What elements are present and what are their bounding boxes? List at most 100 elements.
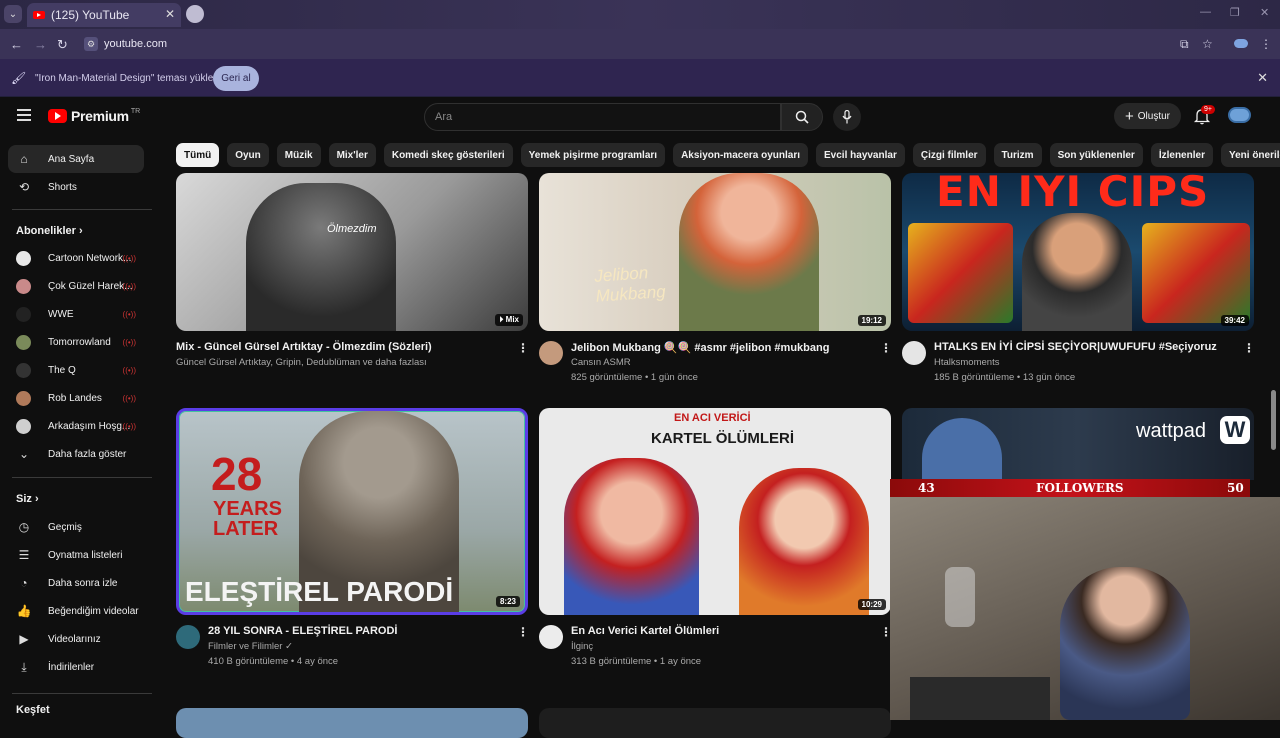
video-options-icon[interactable]: ⋮: [517, 625, 529, 639]
thumbnail-caption: KARTEL ÖLÜMLERİ: [651, 430, 795, 447]
channel-avatar[interactable]: [902, 341, 926, 365]
sidebar-item-liked-videos[interactable]: 👍 Beğendiğim videolar: [8, 597, 144, 625]
window-close-icon[interactable]: ✕: [1260, 6, 1269, 19]
sidebar-item-your-videos[interactable]: ▶ Videolarınız: [8, 625, 144, 653]
channel-avatar[interactable]: [539, 341, 563, 365]
video-thumbnail[interactable]: [539, 708, 891, 738]
sidebar-item-playlists[interactable]: ☰ Oynatma listeleri: [8, 541, 144, 569]
video-channel[interactable]: Filmler ve Filimler ✓: [208, 641, 293, 652]
video-channel[interactable]: İlginç: [571, 641, 593, 652]
filter-chip[interactable]: Yeni öneriler: [1220, 143, 1280, 167]
new-tab-button[interactable]: [186, 5, 204, 23]
webcam-bottle-image: [945, 567, 975, 627]
create-button[interactable]: + Oluştur: [1114, 103, 1181, 129]
filter-chip[interactable]: Çizgi filmler: [912, 143, 986, 167]
thumbnail-caption: 28: [211, 448, 263, 500]
video-channel[interactable]: Cansın ASMR: [571, 357, 631, 368]
tab-search-button[interactable]: ⌄: [4, 5, 22, 23]
video-options-icon[interactable]: ⋮: [517, 341, 529, 355]
sidebar-item-watch-later[interactable]: ◔ Daha sonra izle: [8, 569, 144, 597]
video-channel[interactable]: Güncel Gürsel Artıktay, Gripin, Dedublüm…: [176, 357, 427, 368]
channel-avatar[interactable]: [539, 625, 563, 649]
browser-tab[interactable]: (125) YouTube ✕: [27, 3, 181, 27]
tab-close-icon[interactable]: ✕: [165, 7, 175, 21]
filter-chip[interactable]: Komedi skeç gösterileri: [383, 143, 513, 167]
video-thumbnail[interactable]: [176, 708, 528, 738]
subscriptions-header[interactable]: Abonelikler ›: [16, 225, 83, 237]
search-input[interactable]: Ara: [424, 103, 781, 131]
filter-chip[interactable]: Son yüklenenler: [1049, 143, 1143, 167]
followers-label: FOLLOWERS: [1036, 481, 1124, 495]
minimize-icon[interactable]: —: [1200, 6, 1211, 18]
your-videos-icon: ▶: [19, 632, 29, 646]
sidebar-subscription-item[interactable]: Arkadaşım Hoşg... ((•)): [8, 412, 144, 440]
filter-chip[interactable]: Aksiyon-macera oyunları: [673, 143, 809, 167]
filter-chip[interactable]: Evcil hayvanlar: [816, 143, 905, 167]
url-field[interactable]: youtube.com: [104, 38, 167, 50]
filter-chip[interactable]: Yemek pişirme programları: [520, 143, 666, 167]
logo-country-code: TR: [130, 107, 141, 115]
live-indicator-icon: ((•)): [122, 365, 136, 375]
sidebar-subscription-item[interactable]: WWE ((•)): [8, 300, 144, 328]
video-title[interactable]: HTALKS EN İYİ CİPSİ SEÇİYOR|UWUFUFU #Seç…: [934, 341, 1217, 353]
sidebar-item-shorts[interactable]: ⟲ Shorts: [8, 173, 144, 201]
theme-bar-close-icon[interactable]: ✕: [1257, 70, 1268, 86]
youtube-premium-logo[interactable]: Premium TR: [48, 108, 140, 124]
undo-theme-button[interactable]: Geri al: [213, 66, 259, 91]
video-title[interactable]: Mix - Güncel Gürsel Artıktay - Ölmezdim …: [176, 341, 432, 353]
video-thumbnail[interactable]: 28 YEARS LATER ELEŞTİREL PARODİ 8:23: [176, 408, 528, 615]
forward-icon[interactable]: →: [34, 37, 47, 52]
sidebar-subscription-item[interactable]: Cartoon Network... ((•)): [8, 244, 144, 272]
sidebar-subscription-item[interactable]: Çok Güzel Harek... ((•)): [8, 272, 144, 300]
sidebar-item-label: Rob Landes: [48, 392, 102, 404]
video-thumbnail[interactable]: Ölmezdim ⏵ Mix: [176, 173, 528, 331]
sidebar-item-downloads[interactable]: ⤓ İndirilenler: [8, 653, 144, 681]
sidebar-subscription-item[interactable]: Tomorrowland ((•)): [8, 328, 144, 356]
video-thumbnail[interactable]: EN ACI VERİCİ KARTEL ÖLÜMLERİ 10:29: [539, 408, 891, 615]
video-title[interactable]: En Acı Verici Kartel Ölümleri: [571, 625, 719, 637]
reload-icon[interactable]: ↻: [57, 37, 68, 53]
maximize-icon[interactable]: ❐: [1230, 6, 1240, 19]
video-thumbnail[interactable]: Jelibon Mukbang 19:12: [539, 173, 891, 331]
live-indicator-icon: ((•)): [122, 253, 136, 263]
logo-text: Premium: [71, 108, 129, 124]
channel-avatar: [16, 362, 31, 378]
video-title[interactable]: 28 YIL SONRA - ELEŞTİREL PARODİ: [208, 625, 397, 637]
you-header[interactable]: Siz ›: [16, 493, 39, 505]
voice-search-button[interactable]: [833, 103, 861, 131]
address-bar: ← → ↻ ⚙ youtube.com ⧉ ☆ ⋮: [0, 29, 1280, 59]
video-options-icon[interactable]: ⋮: [1243, 341, 1255, 355]
sidebar-item-label: Cartoon Network...: [48, 252, 132, 264]
sidebar-item-home[interactable]: ⌂ Ana Sayfa: [8, 145, 144, 173]
sidebar-subscription-item[interactable]: The Q ((•)): [8, 356, 144, 384]
video-channel[interactable]: Htalksmoments: [934, 357, 999, 368]
video-title[interactable]: Jelibon Mukbang 🍭🍭 #asmr #jelibon #mukba…: [571, 341, 829, 354]
sidebar-item-label: Arkadaşım Hoşg...: [48, 420, 131, 432]
search-button[interactable]: [781, 103, 823, 131]
filter-chip[interactable]: İzlenenler: [1150, 143, 1213, 167]
site-info-icon[interactable]: ⚙: [84, 37, 98, 51]
profile-icon[interactable]: [1234, 39, 1248, 48]
sidebar-subscription-item[interactable]: Rob Landes ((•)): [8, 384, 144, 412]
wattpad-logo-icon: W: [1220, 416, 1250, 444]
sidebar-item-label: Daha sonra izle: [48, 577, 118, 589]
filter-chip[interactable]: Tümü: [176, 143, 220, 167]
show-more-button[interactable]: ⌄ Daha fazla göster: [8, 440, 144, 468]
filter-chip[interactable]: Müzik: [276, 143, 321, 167]
filter-chip[interactable]: Oyun: [227, 143, 269, 167]
back-icon[interactable]: ←: [10, 37, 23, 52]
sidebar-item-label: The Q: [48, 364, 76, 376]
account-avatar[interactable]: [1228, 107, 1251, 123]
install-app-icon[interactable]: ⧉: [1180, 37, 1189, 52]
filter-chip[interactable]: Mix'ler: [328, 143, 376, 167]
video-options-icon[interactable]: ⋮: [880, 341, 892, 355]
bookmark-star-icon[interactable]: ☆: [1202, 37, 1213, 51]
video-thumbnail[interactable]: EN İYİ CİPS 39:42: [902, 173, 1254, 331]
sidebar-item-history[interactable]: ◷ Geçmiş: [8, 513, 144, 541]
channel-avatar[interactable]: [176, 625, 200, 649]
browser-menu-icon[interactable]: ⋮: [1260, 37, 1272, 51]
video-duration: 8:23: [495, 596, 520, 607]
filter-chip[interactable]: Turizm: [993, 143, 1042, 167]
page-scrollbar-thumb[interactable]: [1271, 390, 1276, 450]
guide-menu-icon[interactable]: [17, 109, 31, 121]
